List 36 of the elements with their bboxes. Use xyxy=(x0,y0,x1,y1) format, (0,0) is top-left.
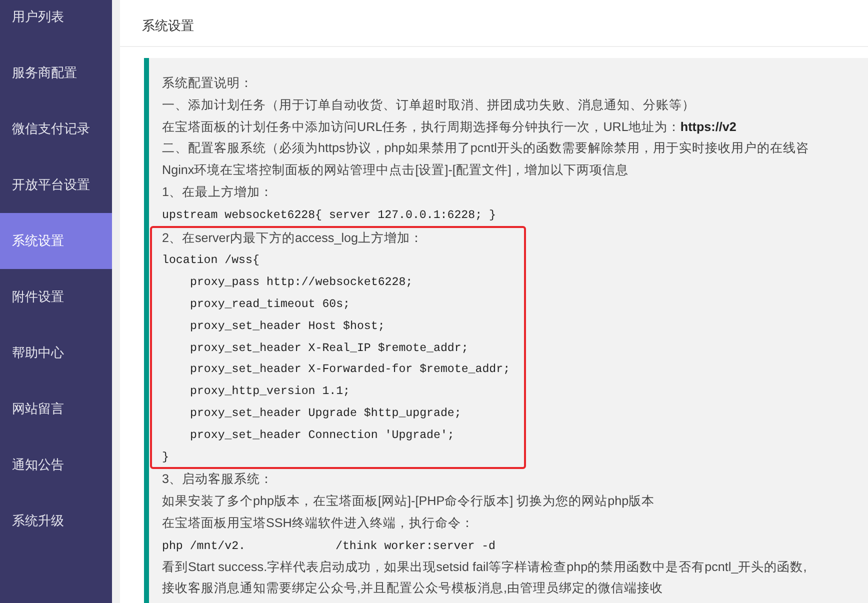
note-text: 在宝塔面板用宝塔SSH终端软件进入终端，执行命令： xyxy=(162,516,474,530)
note-text: 系统配置说明： xyxy=(162,76,253,90)
code-line: location /wss{ xyxy=(162,254,260,268)
code-line: proxy_set_header Host $host; xyxy=(190,320,385,333)
page-title: 系统设置 xyxy=(120,0,868,47)
code-line: proxy_read_timeout 60s; xyxy=(190,298,350,311)
sidebar-item[interactable]: 帮助中心 xyxy=(0,325,112,381)
code-line: php /mnt/v2. xyxy=(162,540,246,553)
code-line: proxy_pass http://websocket6228; xyxy=(190,276,413,290)
note-text: 二、配置客服系统（必须为https协议，php如果禁用了pcntl开头的函数需要解除禁用，用于实时接收用户的在线咨 xyxy=(162,141,809,156)
sidebar-item[interactable]: 系统升级 xyxy=(0,493,112,549)
code-line: proxy_set_header Connection 'Upgrade'; xyxy=(190,428,454,442)
code-line: } xyxy=(162,450,169,464)
code-line: proxy_http_version 1.1; xyxy=(190,385,350,398)
code-line: proxy_set_header X-Real_IP $remote_addr; xyxy=(190,342,468,355)
code-line: proxy_set_header X-Forwarded-for $remote_addr; xyxy=(190,363,510,376)
note-text: 看到Start success.字样代表启动成功，如果出现setsid fail等字样请检查php的禁用函数中是否有pcntl_开头的函数, xyxy=(162,560,807,574)
note-text: Nginx环境在宝塔控制面板的网站管理中点击[设置]-[配置文件]，增加以下两项信息 xyxy=(162,163,628,178)
note-text: 如果安装了多个php版本，在宝塔面板[网站]-[PHP命令行版本] 切换为您的网站php版本 xyxy=(162,494,655,508)
sidebar-item[interactable]: 服务商配置 xyxy=(0,45,112,101)
sidebar-item[interactable]: 附件设置 xyxy=(0,269,112,325)
code-line: proxy_set_header Upgrade $http_upgrade; xyxy=(190,406,462,420)
sidebar-item[interactable]: 网站留言 xyxy=(0,381,112,437)
sidebar-item[interactable]: 开放平台设置 xyxy=(0,157,112,213)
note-text: 2、在server内最下方的access_log上方增加： xyxy=(162,230,423,245)
note-text: 1、在最上方增加： xyxy=(162,184,274,199)
sidebar-item[interactable]: 系统设置 xyxy=(0,213,112,269)
sidebar-item[interactable]: 通知公告 xyxy=(0,437,112,493)
code-line: /think worker:server -d xyxy=(336,540,496,553)
sidebar-item[interactable]: 微信支付记录 xyxy=(0,101,112,157)
note-text: 3、启动客服系统： xyxy=(162,472,274,486)
note-text: 在宝塔面板的计划任务中添加访问URL任务，执行周期选择每分钟执行一次，URL地址为：https://v2 xyxy=(162,120,736,134)
sidebar-item[interactable]: 用户列表 xyxy=(0,0,112,45)
code-line: upstream websocket6228{ server 127.0.0.1:6228; } xyxy=(162,208,496,222)
note-text: 一、添加计划任务（用于订单自动收货、订单超时取消、拼团成功失败、消息通知、分账等） xyxy=(162,98,695,112)
note-text: 接收客服消息通知需要绑定公众号,并且配置公众号模板消息,由管理员绑定的微信端接收 xyxy=(162,581,663,596)
